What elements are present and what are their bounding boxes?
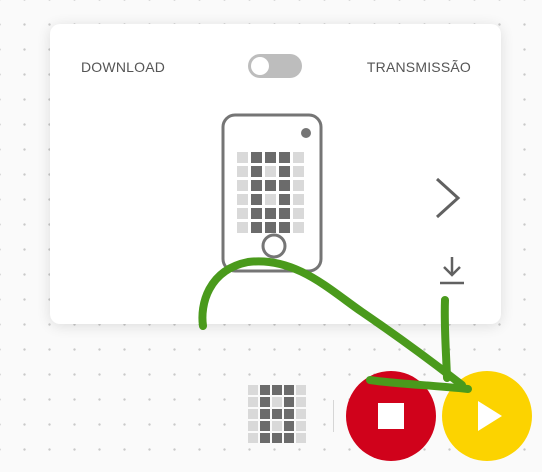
led-cell <box>260 433 270 443</box>
led-cell <box>251 180 262 191</box>
led-cell <box>284 385 294 395</box>
led-cell <box>260 409 270 419</box>
led-cell <box>284 409 294 419</box>
led-cell <box>265 208 276 219</box>
led-cell <box>279 180 290 191</box>
mode-toggle[interactable] <box>248 54 302 78</box>
led-cell <box>296 433 306 443</box>
led-cell <box>265 222 276 233</box>
led-cell <box>279 152 290 163</box>
led-cell <box>293 222 304 233</box>
led-cell <box>296 385 306 395</box>
led-cell <box>237 166 248 177</box>
transmit-mode-label[interactable]: TRANSMISSÃO <box>367 59 471 75</box>
play-button[interactable] <box>442 371 532 461</box>
phone-led-grid <box>237 152 304 233</box>
led-cell <box>293 180 304 191</box>
led-cell <box>260 385 270 395</box>
led-cell <box>237 152 248 163</box>
led-cell <box>251 222 262 233</box>
led-cell <box>251 152 262 163</box>
led-cell <box>293 152 304 163</box>
led-cell <box>260 421 270 431</box>
led-cell <box>251 166 262 177</box>
led-cell <box>248 421 258 431</box>
led-cell <box>293 208 304 219</box>
chevron-right-icon[interactable] <box>433 176 463 220</box>
led-cell <box>279 208 290 219</box>
led-cell <box>265 152 276 163</box>
led-cell <box>272 421 282 431</box>
download-icon[interactable] <box>438 254 466 286</box>
phone-with-led-grid-icon <box>221 113 323 273</box>
led-cell <box>265 194 276 205</box>
play-icon <box>478 401 502 431</box>
led-cell <box>272 433 282 443</box>
stop-icon <box>378 403 404 429</box>
toggle-knob <box>251 57 269 75</box>
led-cell <box>248 409 258 419</box>
led-cell <box>248 397 258 407</box>
led-cell <box>251 194 262 205</box>
download-mode-label[interactable]: DOWNLOAD <box>81 59 165 75</box>
led-cell <box>265 166 276 177</box>
stop-button[interactable] <box>346 371 436 461</box>
led-cell <box>265 180 276 191</box>
led-cell <box>272 409 282 419</box>
led-cell <box>237 180 248 191</box>
led-cell <box>260 397 270 407</box>
led-grid-icon[interactable] <box>246 384 306 444</box>
led-cell <box>284 433 294 443</box>
led-cell <box>296 421 306 431</box>
led-cell <box>293 194 304 205</box>
led-cell <box>237 208 248 219</box>
led-cell <box>279 222 290 233</box>
led-cell <box>279 194 290 205</box>
led-cell <box>237 222 248 233</box>
led-cell <box>293 166 304 177</box>
mode-card: DOWNLOAD TRANSMISSÃO <box>50 24 501 324</box>
led-cell <box>237 194 248 205</box>
led-cell <box>284 397 294 407</box>
toolbar-divider <box>333 400 334 432</box>
led-cell <box>296 397 306 407</box>
led-cell <box>251 208 262 219</box>
led-cell <box>296 409 306 419</box>
led-grid-cells <box>248 385 306 443</box>
led-cell <box>284 421 294 431</box>
led-cell <box>272 397 282 407</box>
led-cell <box>279 166 290 177</box>
led-cell <box>272 385 282 395</box>
led-cell <box>248 385 258 395</box>
led-cell <box>248 433 258 443</box>
